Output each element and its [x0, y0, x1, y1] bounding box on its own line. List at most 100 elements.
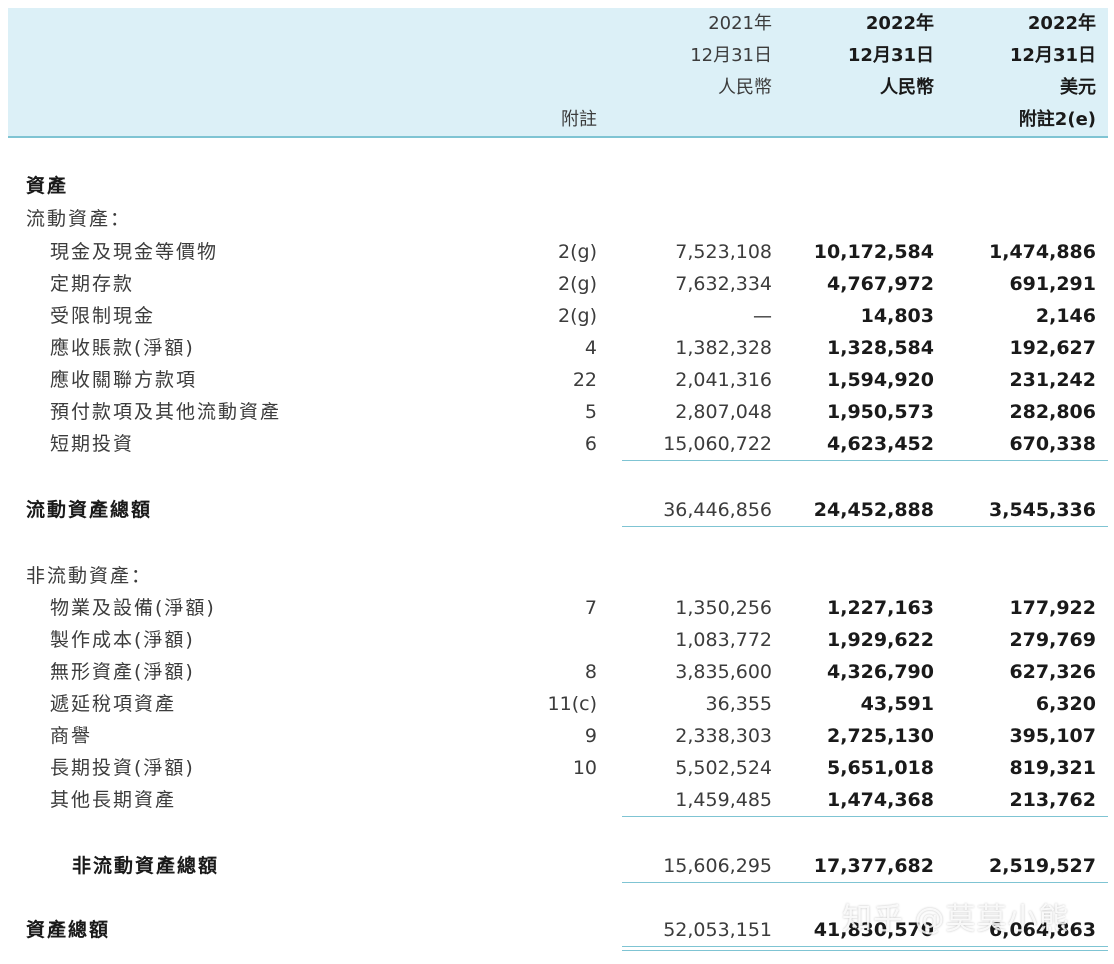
row-note: 11(c): [547, 693, 597, 715]
table-row: 商譽 9 2,338,303 2,725,130 395,107: [0, 720, 1114, 752]
row-value-usd: 231,242: [1009, 369, 1096, 391]
table-header: [8, 8, 1108, 138]
row-note: 8: [584, 661, 597, 683]
current-assets-heading: 流動資產：: [26, 208, 132, 230]
row-note: 2(g): [558, 305, 597, 327]
row-value-usd: 395,107: [1009, 725, 1096, 747]
row-label: 無形資產(淨額): [50, 661, 195, 683]
total-rule: [622, 526, 1108, 527]
row-value-usd: 192,627: [1009, 337, 1096, 359]
row-label: 定期存款: [50, 273, 135, 295]
row-value-2021: 7,523,108: [675, 241, 772, 263]
row-value-usd: 279,769: [1009, 629, 1096, 651]
header-col3-date: 12月31日: [1009, 45, 1096, 66]
noncurrent-total-usd: 2,519,527: [989, 855, 1096, 877]
row-value-2021: 2,807,048: [675, 401, 772, 423]
row-value-2022: 10,172,584: [813, 241, 934, 263]
table-row: 其他長期資產 1,459,485 1,474,368 213,762: [0, 784, 1114, 816]
row-label: 應收關聯方款項: [50, 369, 198, 391]
current-total-usd: 3,545,336: [989, 499, 1096, 521]
table-row: 無形資產(淨額) 8 3,835,600 4,326,790 627,326: [0, 656, 1114, 688]
table-row: 定期存款 2(g) 7,632,334 4,767,972 691,291: [0, 268, 1114, 300]
subtotal-rule: [622, 460, 1108, 461]
row-label: 物業及設備(淨額): [50, 597, 216, 619]
row-value-2021: 1,382,328: [675, 337, 772, 359]
row-label: 應收賬款(淨額): [50, 337, 195, 359]
row-value-2021: 5,502,524: [675, 757, 772, 779]
row-value-usd: 670,338: [1009, 433, 1096, 455]
row-value-2021: 2,041,316: [675, 369, 772, 391]
header-col2-date: 12月31日: [847, 45, 934, 66]
row-value-2021: 36,355: [705, 693, 772, 715]
double-rule-bottom: [622, 950, 1108, 951]
row-value-usd: 2,146: [1035, 305, 1096, 327]
table-row: 受限制現金 2(g) — 14,803 2,146: [0, 300, 1114, 332]
row-note: 5: [584, 401, 597, 423]
row-value-2022: 1,594,920: [827, 369, 934, 391]
row-value-2022: 4,623,452: [827, 433, 934, 455]
table-row: 製作成本(淨額) 1,083,772 1,929,622 279,769: [0, 624, 1114, 656]
row-label: 其他長期資產: [50, 789, 177, 811]
row-note: 10: [572, 757, 597, 779]
total-rule: [622, 882, 1108, 883]
row-note: 2(g): [558, 273, 597, 295]
table-row: 長期投資(淨額) 10 5,502,524 5,651,018 819,321: [0, 752, 1114, 784]
row-note: 2(g): [558, 241, 597, 263]
row-value-2022: 4,326,790: [827, 661, 934, 683]
current-total-2022: 24,452,888: [813, 499, 934, 521]
total-assets-2021: 52,053,151: [663, 919, 772, 941]
row-note: 6: [584, 433, 597, 455]
row-note: 22: [572, 369, 597, 391]
table-row: 預付款項及其他流動資產 5 2,807,048 1,950,573 282,80…: [0, 396, 1114, 428]
current-total-row: 流動資產總額 36,446,856 24,452,888 3,545,336: [0, 494, 1114, 526]
row-value-2022: 1,474,368: [827, 789, 934, 811]
table-row: 短期投資 6 15,060,722 4,623,452 670,338: [0, 428, 1114, 460]
row-value-2022: 14,803: [860, 305, 934, 327]
row-value-usd: 282,806: [1009, 401, 1096, 423]
row-value-2022: 4,767,972: [827, 273, 934, 295]
row-label: 製作成本(淨額): [50, 629, 195, 651]
header-col3-currency: 美元: [1060, 77, 1096, 98]
row-value-2021: 1,083,772: [675, 629, 772, 651]
row-value-usd: 213,762: [1009, 789, 1096, 811]
noncurrent-total-2022: 17,377,682: [813, 855, 934, 877]
header-col1-year: 2021年: [708, 13, 772, 34]
row-label: 預付款項及其他流動資產: [50, 401, 282, 423]
current-total-label: 流動資產總額: [26, 499, 153, 521]
row-value-2021: 2,338,303: [675, 725, 772, 747]
noncurrent-total-2021: 15,606,295: [663, 855, 772, 877]
row-value-usd: 177,922: [1009, 597, 1096, 619]
assets-heading-row: 資產: [0, 170, 1114, 202]
row-value-2021: —: [753, 305, 772, 327]
row-value-2022: 43,591: [860, 693, 934, 715]
assets-heading: 資產: [26, 175, 69, 197]
row-note: 7: [584, 597, 597, 619]
table-row: 物業及設備(淨額) 7 1,350,256 1,227,163 177,922: [0, 592, 1114, 624]
table-row: 遞延稅項資產 11(c) 36,355 43,591 6,320: [0, 688, 1114, 720]
row-label: 現金及現金等價物: [50, 241, 219, 263]
header-note-column: 附註: [561, 109, 597, 130]
row-value-2021: 1,459,485: [675, 789, 772, 811]
header-col2-year: 2022年: [865, 13, 934, 34]
row-value-usd: 6,320: [1035, 693, 1096, 715]
noncurrent-heading-row: 非流動資產：: [0, 560, 1114, 592]
watermark: 知乎 @莫莫小熊: [842, 902, 1070, 937]
row-label: 商譽: [50, 725, 93, 747]
row-value-2021: 7,632,334: [675, 273, 772, 295]
current-total-2021: 36,446,856: [663, 499, 772, 521]
noncurrent-total-label: 非流動資產總額: [72, 855, 220, 877]
row-value-2022: 1,950,573: [827, 401, 934, 423]
subtotal-rule: [622, 816, 1108, 817]
table-row: 應收關聯方款項 22 2,041,316 1,594,920 231,242: [0, 364, 1114, 396]
row-value-2022: 5,651,018: [827, 757, 934, 779]
current-assets-heading-row: 流動資產：: [0, 203, 1114, 235]
noncurrent-total-row: 非流動資產總額 15,606,295 17,377,682 2,519,527: [0, 850, 1114, 882]
table-row: 應收賬款(淨額) 4 1,382,328 1,328,584 192,627: [0, 332, 1114, 364]
row-value-usd: 819,321: [1009, 757, 1096, 779]
row-value-2022: 1,328,584: [827, 337, 934, 359]
header-col3-year: 2022年: [1027, 13, 1096, 34]
noncurrent-assets-heading: 非流動資產：: [26, 565, 153, 587]
row-value-2022: 1,227,163: [827, 597, 934, 619]
row-value-2021: 15,060,722: [663, 433, 772, 455]
row-label: 短期投資: [50, 433, 135, 455]
